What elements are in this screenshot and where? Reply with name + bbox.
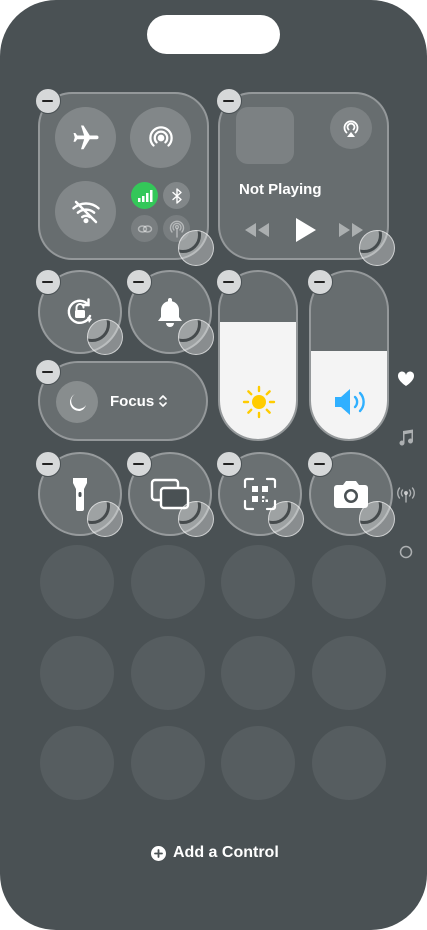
control-center-edit-screen: Not Playing Focus Add a Control — [0, 0, 427, 930]
remove-media-button[interactable] — [216, 88, 242, 114]
wifi-off-icon — [71, 197, 101, 227]
resize-connectivity-handle[interactable] — [178, 230, 214, 266]
remove-camera-button[interactable] — [307, 451, 333, 477]
remove-code-scanner-button[interactable] — [216, 451, 242, 477]
empty-slot[interactable] — [221, 545, 295, 619]
vpn-link-button[interactable] — [131, 215, 158, 242]
airplay-icon — [339, 116, 363, 140]
speaker-icon — [333, 387, 369, 417]
remove-screen-mirroring-button[interactable] — [126, 451, 152, 477]
bluetooth-icon — [170, 187, 184, 204]
empty-slot[interactable] — [221, 636, 295, 710]
bluetooth-button[interactable] — [163, 182, 190, 209]
play-icon[interactable] — [293, 217, 317, 243]
antenna-icon[interactable] — [396, 487, 416, 503]
resize-media-handle[interactable] — [359, 230, 395, 266]
now-playing-status: Not Playing — [239, 181, 322, 198]
resize-rotation-lock-handle[interactable] — [87, 319, 123, 355]
chevron-updown-icon — [158, 393, 168, 409]
brightness-fill — [220, 322, 296, 439]
music-note-icon[interactable] — [397, 429, 415, 447]
empty-slot[interactable] — [40, 545, 114, 619]
sun-icon — [242, 385, 276, 419]
empty-slot[interactable] — [221, 726, 295, 800]
flashlight-icon — [70, 476, 90, 512]
resize-silent-mode-handle[interactable] — [178, 319, 214, 355]
heart-icon[interactable] — [397, 371, 415, 387]
add-control-label: Add a Control — [173, 844, 279, 861]
empty-slot[interactable] — [131, 636, 205, 710]
remove-brightness-button[interactable] — [216, 269, 242, 295]
focus-label: Focus — [110, 393, 155, 410]
remove-focus-button[interactable] — [35, 359, 61, 385]
airplane-icon — [71, 123, 101, 153]
dynamic-island — [147, 15, 280, 54]
empty-slot[interactable] — [312, 545, 386, 619]
empty-slot[interactable] — [40, 726, 114, 800]
moon-icon — [66, 391, 88, 413]
airdrop-icon — [146, 123, 176, 153]
remove-flashlight-button[interactable] — [35, 451, 61, 477]
brightness-slider[interactable] — [218, 270, 298, 441]
circle-icon[interactable] — [399, 545, 413, 559]
airplay-button[interactable] — [330, 107, 372, 149]
resize-screen-mirroring-handle[interactable] — [178, 501, 214, 537]
focus-button[interactable]: Focus — [38, 361, 208, 441]
focus-icon-circle — [56, 381, 98, 423]
cellular-icon — [137, 189, 153, 203]
rewind-icon[interactable] — [244, 222, 270, 238]
resize-camera-handle[interactable] — [359, 501, 395, 537]
airdrop-button[interactable] — [130, 107, 191, 168]
add-control-button[interactable]: Add a Control — [151, 843, 279, 863]
album-art — [236, 107, 294, 164]
airplane-mode-button[interactable] — [55, 107, 116, 168]
cellular-button[interactable] — [131, 182, 158, 209]
empty-slot[interactable] — [40, 636, 114, 710]
remove-silent-mode-button[interactable] — [126, 269, 152, 295]
empty-slot[interactable] — [131, 545, 205, 619]
empty-slot[interactable] — [312, 726, 386, 800]
link-icon — [137, 223, 153, 235]
remove-connectivity-button[interactable] — [35, 88, 61, 114]
volume-slider[interactable] — [309, 270, 389, 441]
empty-slot[interactable] — [131, 726, 205, 800]
add-circle-icon — [151, 845, 166, 861]
remove-rotation-lock-button[interactable] — [35, 269, 61, 295]
resize-flashlight-handle[interactable] — [87, 501, 123, 537]
empty-slot[interactable] — [312, 636, 386, 710]
remove-volume-button[interactable] — [307, 269, 333, 295]
resize-code-scanner-handle[interactable] — [268, 501, 304, 537]
wifi-button[interactable] — [55, 181, 116, 242]
